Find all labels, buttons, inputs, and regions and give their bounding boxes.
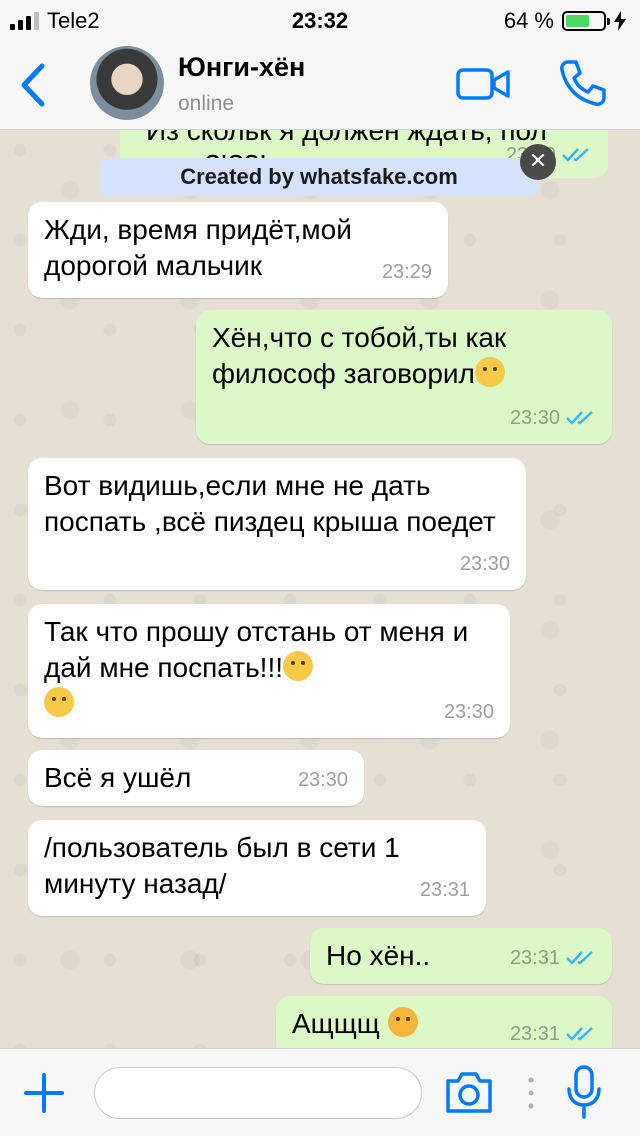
camera-icon[interactable] [444,1069,494,1115]
video-call-icon[interactable] [456,64,510,104]
message-text: Вот видишь,если мне не дать поспать ,всё… [44,470,496,537]
face-with-hand-over-mouth-icon [474,357,505,387]
battery-group: 64 % [504,8,626,34]
status-bar: Tele2 23:32 64 % [0,0,640,40]
watermark-banner: Created by whatsfake.com [100,158,538,196]
close-icon[interactable]: ✕ [520,144,556,180]
message-time: 23:31 [509,1023,560,1045]
plus-icon[interactable] [22,1071,66,1115]
message-text: /пользователь был в сети 1 минуту назад/ [44,832,400,899]
message-bubble-incoming: /пользователь был в сети 1 минуту назад/… [28,820,486,916]
message-time: 23:31 [509,947,560,969]
chat-header: Юнги-хён online [0,40,640,130]
message-bubble-incoming: Вот видишь,если мне не дать поспать ,всё… [28,458,526,590]
message-bubble-outgoing: Ащщщ 23:31 [276,996,612,1048]
message-text: Жди, время придёт,мой дорогой мальчик [44,214,352,281]
chat-area[interactable]: Из скольк я должен ждать, пол века?!??! … [0,130,640,1048]
message-time: 23:30 [297,769,348,791]
message-time: 23:31 [419,879,470,901]
message-bubble-outgoing: Хён,что с тобой,ты как философ заговорил… [196,310,612,444]
message-bubble-outgoing: Но хён.. 23:31 [310,928,612,984]
message-time: 23:29 [381,261,432,283]
message-time: 23:30 [509,407,560,429]
message-input[interactable] [94,1067,422,1119]
face-with-rolling-eyes-icon [283,651,313,681]
battery-icon [562,11,610,31]
message-text: Ащщщ [292,1008,380,1039]
contact-name[interactable]: Юнги-хён [178,52,305,83]
message-bubble-incoming: Жди, время придёт,мой дорогой мальчик 23… [28,202,448,298]
microphone-icon[interactable] [566,1065,602,1121]
charging-bolt-icon [614,11,626,31]
phone-call-icon[interactable] [558,58,608,108]
contact-status: online [178,92,235,115]
tired-face-icon [387,1007,418,1037]
read-ticks-icon [562,148,589,162]
battery-percent: 64 % [503,8,554,33]
message-bubble-incoming: Так что прошу отстань от меня и дай мне … [28,604,510,738]
expressionless-face-icon [44,687,74,717]
message-time: 23:30 [443,701,494,723]
read-ticks-icon [566,411,593,425]
message-text: Так что прошу отстань от меня и дай мне … [44,616,469,683]
message-time: 23:30 [459,553,510,575]
read-ticks-icon [566,951,593,965]
message-text: Хён,что с тобой,ты как философ заговорил [212,322,507,389]
more-dots-icon[interactable] [526,1075,536,1111]
back-chevron-icon[interactable] [14,60,54,110]
input-bar [0,1048,640,1136]
avatar[interactable] [90,46,164,120]
read-ticks-icon [566,1027,593,1041]
message-bubble-incoming: Всё я ушёл 23:30 [28,750,364,806]
